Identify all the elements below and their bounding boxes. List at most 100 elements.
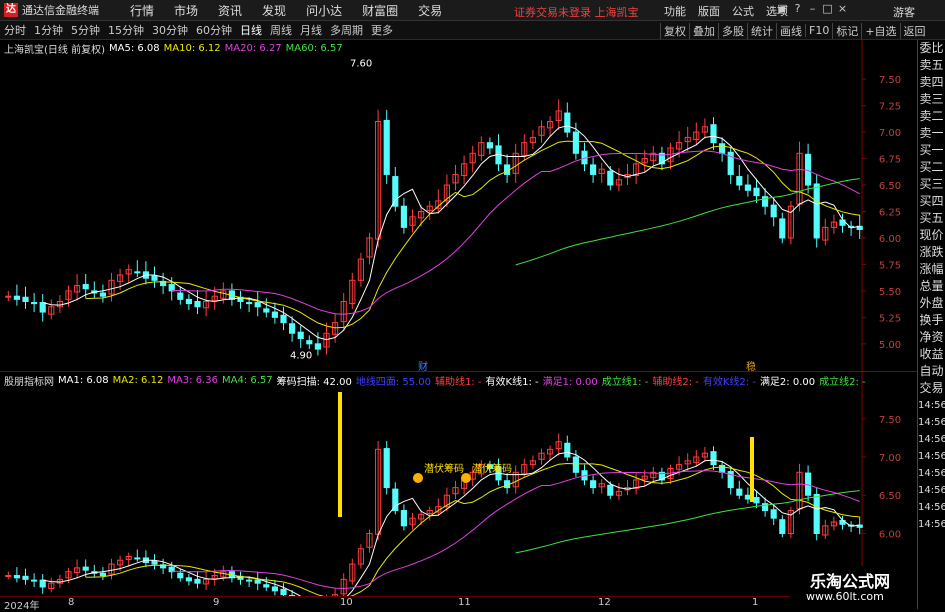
side-panel-item-17[interactable]: 净资: [918, 329, 945, 346]
period-tab-9[interactable]: 多周期: [326, 22, 367, 38]
candle-body-89: [770, 509, 777, 519]
period-tab-6[interactable]: 日线: [236, 22, 266, 38]
period-tab-2[interactable]: 5分钟: [67, 22, 104, 38]
menu-item-4[interactable]: 问小达: [296, 2, 352, 19]
price-tick-10: 5.00: [879, 340, 901, 351]
tool-button-1[interactable]: 叠加: [689, 22, 718, 39]
price-tick-5: 6.25: [879, 208, 901, 219]
side-panel-item-23[interactable]: 14:56: [918, 431, 945, 448]
menu-item-3[interactable]: 发现: [252, 2, 296, 19]
menu-item-0[interactable]: 行情: [120, 2, 164, 19]
chart-tools: 复权 叠加 多股 统计 画线 F10 标记 +自选 返回: [660, 21, 929, 40]
side-panel-item-18[interactable]: 收益: [918, 346, 945, 363]
side-panel-item-0[interactable]: 委比: [918, 40, 945, 57]
guest-label[interactable]: 游客: [893, 4, 915, 20]
period-tab-0[interactable]: 分时: [0, 22, 30, 38]
candle-body-83: [719, 143, 726, 154]
side-panel-item-12[interactable]: 涨跌: [918, 244, 945, 261]
candle-body-70: [607, 484, 614, 496]
watermark-url: www.60lt.com: [806, 590, 884, 603]
main-chart-pane[interactable]: 上海凯宝(日线 前复权) MA5: 6.08 MA10: 6.12 MA20: 6.2…: [0, 40, 917, 372]
side-panel-item-6[interactable]: 买一: [918, 142, 945, 159]
right-menu-item-1[interactable]: 版面: [698, 3, 720, 19]
candle-body-93: [805, 153, 812, 186]
candle-body-94: [813, 183, 820, 239]
side-panel-item-24[interactable]: 14:56: [918, 448, 945, 465]
candle-body-56: [486, 142, 493, 149]
period-tab-8[interactable]: 月线: [296, 22, 326, 38]
main-candlestick-chart[interactable]: 7.50 7.25 7.00 6.75 6.50 6.25 6.00 5.75 5.50 5.25…: [0, 40, 917, 371]
tool-button-0[interactable]: 复权: [660, 22, 689, 39]
side-panel-item-27[interactable]: 14:56: [918, 499, 945, 516]
candle-body-85: [736, 176, 743, 186]
menu-item-5[interactable]: 财富圈: [352, 2, 408, 19]
period-tab-5[interactable]: 60分钟: [192, 22, 236, 38]
tool-button-7[interactable]: +自选: [861, 22, 899, 39]
side-panel-item-7[interactable]: 买二: [918, 159, 945, 176]
side-panel-item-19[interactable]: 自动: [918, 363, 945, 380]
indicator-pane[interactable]: 股朋指标网 MA1: 6.08 MA2: 6.12 MA3: 6.36 MA4: 6.5…: [0, 372, 917, 596]
chip-tag-0: 潜伏筹码: [424, 462, 464, 475]
skin-icon[interactable]: ▣: [775, 2, 790, 15]
side-panel-item-10[interactable]: 买五: [918, 210, 945, 227]
period-tab-7[interactable]: 周线: [266, 22, 296, 38]
side-panel-item-1[interactable]: 卖五: [918, 57, 945, 74]
candle-body-65: [564, 112, 571, 133]
menu-item-6[interactable]: 交易: [408, 2, 452, 19]
time-tick-3: 10: [340, 597, 353, 608]
side-panel-item-22[interactable]: 14:56: [918, 414, 945, 431]
side-panel-item-21[interactable]: 14:56: [918, 397, 945, 414]
price-tick-6: 6.00: [879, 234, 901, 245]
period-tabs: 分时 1分钟 5分钟 15分钟 30分钟 60分钟 日线 周线 月线 多周期 更多: [0, 22, 397, 38]
side-panel-item-14[interactable]: 总量: [918, 278, 945, 295]
side-panel-item-15[interactable]: 外盘: [918, 295, 945, 312]
side-panel-item-4[interactable]: 卖二: [918, 108, 945, 125]
period-tab-4[interactable]: 30分钟: [148, 22, 192, 38]
minimize-icon[interactable]: –: [805, 2, 820, 15]
menu-item-2[interactable]: 资讯: [208, 2, 252, 19]
candle-body-44: [383, 119, 390, 175]
indicator-chart[interactable]: 7.507.006.506.005.50潜伏筹码潜伏筹码: [0, 372, 917, 596]
tool-button-2[interactable]: 多股: [718, 22, 747, 39]
period-tab-10[interactable]: 更多: [367, 22, 397, 38]
period-tab-3[interactable]: 15分钟: [104, 22, 148, 38]
right-menu-item-2[interactable]: 公式: [732, 3, 754, 19]
app-name: 通达信金融终端: [22, 4, 99, 17]
candle-body-0: [5, 295, 12, 298]
tool-button-3[interactable]: 统计: [747, 22, 776, 39]
side-panel-item-13[interactable]: 涨幅: [918, 261, 945, 278]
side-panel-item-28[interactable]: 14:56: [918, 516, 945, 533]
side-panel-item-9[interactable]: 买四: [918, 193, 945, 210]
price-tick-0: 7.50: [879, 415, 901, 426]
right-menu-item-0[interactable]: 功能: [664, 3, 686, 19]
candle-body-32: [280, 314, 287, 324]
side-panel-item-26[interactable]: 14:56: [918, 482, 945, 499]
tool-button-5[interactable]: F10: [805, 24, 832, 37]
tool-button-6[interactable]: 标记: [832, 22, 861, 39]
side-panel-item-25[interactable]: 14:56: [918, 465, 945, 482]
help-icon[interactable]: ?: [790, 2, 805, 15]
candle-body-20: [177, 572, 184, 579]
side-panel-item-2[interactable]: 卖四: [918, 74, 945, 91]
candle-body-31: [271, 586, 278, 592]
side-panel-item-8[interactable]: 买三: [918, 176, 945, 193]
side-panel-item-3[interactable]: 卖三: [918, 91, 945, 108]
chip-marker-icon-0: [413, 473, 423, 483]
side-panel-item-20[interactable]: 交易: [918, 380, 945, 397]
close-icon[interactable]: ×: [835, 2, 850, 15]
maximize-icon[interactable]: □: [820, 2, 835, 15]
event-badge: 稳: [746, 360, 756, 371]
side-panel-item-16[interactable]: 换手: [918, 312, 945, 329]
candle-body-46: [400, 205, 407, 228]
chip-tag-1: 潜伏筹码: [472, 462, 512, 475]
period-tab-1[interactable]: 1分钟: [30, 22, 67, 38]
candle-body-9: [82, 566, 89, 571]
candle-body-11: [99, 572, 106, 577]
side-panel-item-5[interactable]: 卖一: [918, 125, 945, 142]
tool-button-8[interactable]: 返回: [899, 22, 929, 39]
time-tick-6: 1: [752, 597, 759, 608]
side-panel-item-11[interactable]: 现价: [918, 227, 945, 244]
candle-body-21: [185, 577, 192, 582]
menu-item-1[interactable]: 市场: [164, 2, 208, 19]
tool-button-4[interactable]: 画线: [776, 22, 805, 39]
